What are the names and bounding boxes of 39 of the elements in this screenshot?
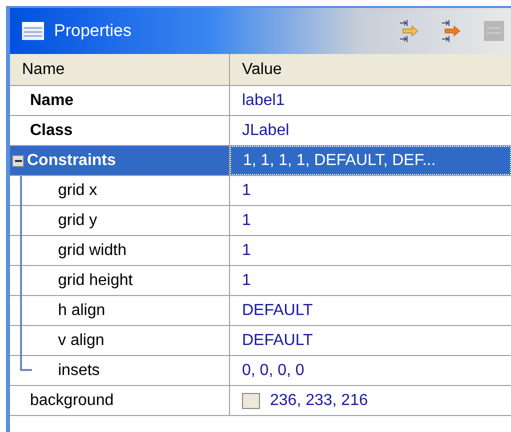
property-name: v align: [58, 330, 104, 350]
property-value: DEFAULT: [242, 330, 313, 350]
property-value: 1, 1, 1, 1, DEFAULT, DEF...: [243, 150, 436, 170]
sheet-icon: [483, 20, 505, 42]
property-row[interactable]: Name label1: [10, 86, 511, 116]
property-name: background: [30, 390, 114, 410]
property-name: grid y: [58, 210, 98, 230]
table-icon: [22, 22, 44, 40]
property-name: Name: [30, 90, 74, 110]
property-row[interactable]: background 236, 233, 216: [10, 386, 511, 416]
property-value: 1: [242, 210, 251, 230]
property-name: h align: [58, 300, 106, 320]
property-value: 0, 0, 0, 0: [242, 360, 304, 380]
property-row[interactable]: grid height 1: [10, 266, 511, 296]
column-header[interactable]: Name: [10, 54, 230, 85]
property-value: 1: [242, 270, 251, 290]
property-name: insets: [58, 360, 100, 380]
property-value: JLabel: [242, 120, 290, 140]
property-value: 1: [242, 240, 251, 260]
collapse-toggle-icon[interactable]: [12, 154, 24, 166]
property-name: grid height: [58, 270, 133, 290]
property-row[interactable]: grid width 1: [10, 236, 511, 266]
column-header[interactable]: Value: [230, 54, 511, 85]
property-name: Constraints: [27, 150, 116, 170]
property-row[interactable]: grid y 1: [10, 206, 511, 236]
property-row[interactable]: Class JLabel: [10, 116, 511, 146]
property-name: grid x: [58, 180, 98, 200]
property-value: label1: [242, 90, 285, 110]
property-row[interactable]: Constraints 1, 1, 1, 1, DEFAULT, DEF...: [10, 146, 511, 176]
property-row[interactable]: v align DEFAULT: [10, 326, 511, 356]
property-value: 236, 233, 216: [270, 390, 368, 410]
property-row[interactable]: h align DEFAULT: [10, 296, 511, 326]
panel-title: Properties: [54, 20, 132, 42]
property-row[interactable]: insets 0, 0, 0, 0: [10, 356, 511, 386]
property-value: 1: [242, 180, 251, 200]
property-row[interactable]: grid x 1: [10, 176, 511, 206]
property-name: grid width: [58, 240, 126, 260]
property-name: Class: [30, 120, 73, 140]
property-value: DEFAULT: [242, 300, 313, 320]
